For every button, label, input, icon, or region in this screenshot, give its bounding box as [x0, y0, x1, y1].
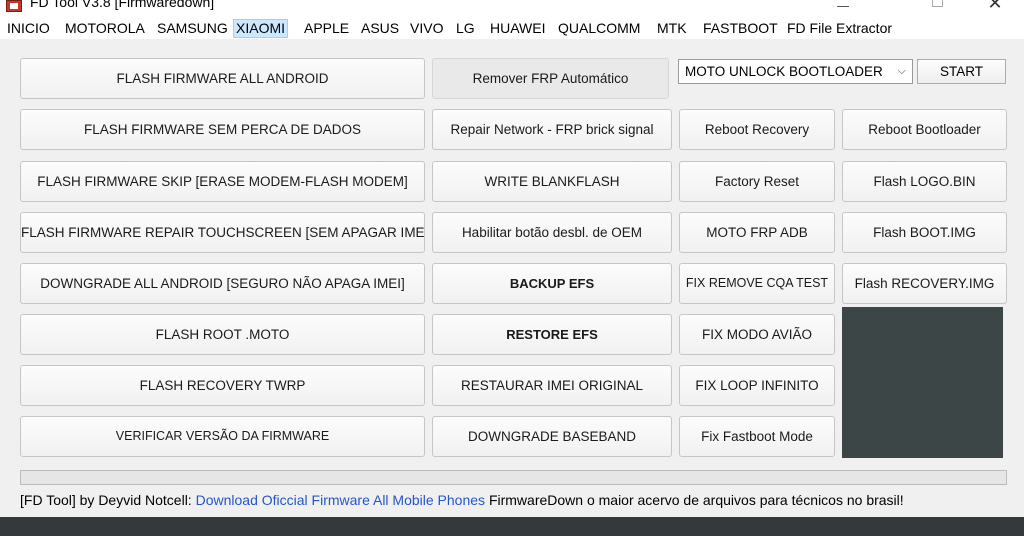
- tab-motorola[interactable]: MOTOROLA: [63, 19, 147, 38]
- download-firmware-link[interactable]: Download Oficcial Firmware All Mobile Ph…: [196, 492, 485, 508]
- flash-root-moto-button[interactable]: FLASH ROOT .MOTO: [20, 314, 425, 355]
- chevron-down-icon: ⌵: [897, 65, 906, 77]
- footer-status: [FD Tool] by Deyvid Notcell: Download Of…: [20, 490, 904, 510]
- restaurar-imei-original-button[interactable]: RESTAURAR IMEI ORIGINAL: [432, 365, 672, 406]
- flash-firmware-skip-button[interactable]: FLASH FIRMWARE SKIP [ERASE MODEM-FLASH M…: [20, 161, 425, 202]
- flash-firmware-sem-perca-button[interactable]: FLASH FIRMWARE SEM PERCA DE DADOS: [20, 109, 425, 150]
- write-blankflash-button[interactable]: WRITE BLANKFLASH: [432, 161, 672, 202]
- moto-frp-adb-button[interactable]: MOTO FRP ADB: [679, 212, 835, 253]
- restore-efs-button[interactable]: RESTORE EFS: [432, 314, 672, 355]
- title-bar: FD Tool V3.8 [Firmwaredown] ✕: [0, 0, 1024, 17]
- window-title: FD Tool V3.8 [Firmwaredown]: [30, 0, 215, 10]
- repair-network-frp-button[interactable]: Repair Network - FRP brick signal: [432, 109, 672, 150]
- flash-logo-bin-button[interactable]: Flash LOGO.BIN: [842, 161, 1007, 202]
- app-logo-icon: [6, 0, 22, 12]
- tab-qualcomm[interactable]: QUALCOMM: [556, 19, 642, 38]
- tab-huawei[interactable]: HUAWEI: [488, 19, 547, 38]
- flash-firmware-all-android-button[interactable]: FLASH FIRMWARE ALL ANDROID: [20, 58, 425, 99]
- fix-loop-infinito-button[interactable]: FIX LOOP INFINITO: [679, 365, 835, 406]
- remover-frp-automatico-button[interactable]: Remover FRP Automático: [432, 58, 669, 99]
- tab-lg[interactable]: LG: [454, 19, 477, 38]
- bottom-strip: [0, 517, 1024, 536]
- minimize-icon[interactable]: [837, 6, 849, 7]
- flash-recovery-img-button[interactable]: Flash RECOVERY.IMG: [842, 263, 1007, 304]
- mode-select-value: MOTO UNLOCK BOOTLOADER: [685, 64, 883, 79]
- footer-tagline: FirmwareDown o maior acervo de arquivos …: [488, 492, 904, 508]
- menu-bar: INICIO MOTOROLA SAMSUNG XIAOMI APPLE ASU…: [0, 17, 1024, 39]
- log-output-panel: [842, 307, 1003, 458]
- flash-firmware-repair-touch-button[interactable]: FLASH FIRMWARE REPAIR TOUCHSCREEN [SEM A…: [20, 212, 425, 253]
- reboot-recovery-button[interactable]: Reboot Recovery: [679, 109, 835, 150]
- factory-reset-button[interactable]: Factory Reset: [679, 161, 835, 202]
- progress-bar: [20, 470, 1007, 485]
- tab-fastboot[interactable]: FASTBOOT: [701, 19, 780, 38]
- maximize-icon[interactable]: [932, 0, 943, 7]
- tab-xiaomi[interactable]: XIAOMI: [233, 19, 289, 38]
- tab-asus[interactable]: ASUS: [359, 19, 401, 38]
- flash-boot-img-button[interactable]: Flash BOOT.IMG: [842, 212, 1007, 253]
- close-icon[interactable]: ✕: [985, 0, 1005, 13]
- reboot-bootloader-button[interactable]: Reboot Bootloader: [842, 109, 1007, 150]
- tab-inicio[interactable]: INICIO: [5, 19, 52, 38]
- fix-modo-aviao-button[interactable]: FIX MODO AVIÃO: [679, 314, 835, 355]
- downgrade-baseband-button[interactable]: DOWNGRADE BASEBAND: [432, 416, 672, 457]
- fix-remove-cqa-test-button[interactable]: FIX REMOVE CQA TEST: [679, 263, 835, 304]
- tab-vivo[interactable]: VIVO: [408, 19, 445, 38]
- start-button[interactable]: START: [917, 59, 1006, 84]
- mode-select[interactable]: MOTO UNLOCK BOOTLOADER ⌵: [678, 59, 913, 84]
- tab-fd-file-extractor[interactable]: FD File Extractor: [785, 19, 894, 38]
- downgrade-all-android-button[interactable]: DOWNGRADE ALL ANDROID [SEGURO NÃO APAGA …: [20, 263, 425, 304]
- verificar-versao-firmware-button[interactable]: VERIFICAR VERSÃO DA FIRMWARE: [20, 416, 425, 457]
- flash-recovery-twrp-button[interactable]: FLASH RECOVERY TWRP: [20, 365, 425, 406]
- tab-mtk[interactable]: MTK: [655, 19, 689, 38]
- backup-efs-button[interactable]: BACKUP EFS: [432, 263, 672, 304]
- footer-credit: [FD Tool] by Deyvid Notcell:: [20, 492, 196, 508]
- tab-samsung[interactable]: SAMSUNG: [155, 19, 230, 38]
- fix-fastboot-mode-button[interactable]: Fix Fastboot Mode: [679, 416, 835, 457]
- tab-apple[interactable]: APPLE: [302, 19, 351, 38]
- habilitar-oem-button[interactable]: Habilitar botão desbl. de OEM: [432, 212, 672, 253]
